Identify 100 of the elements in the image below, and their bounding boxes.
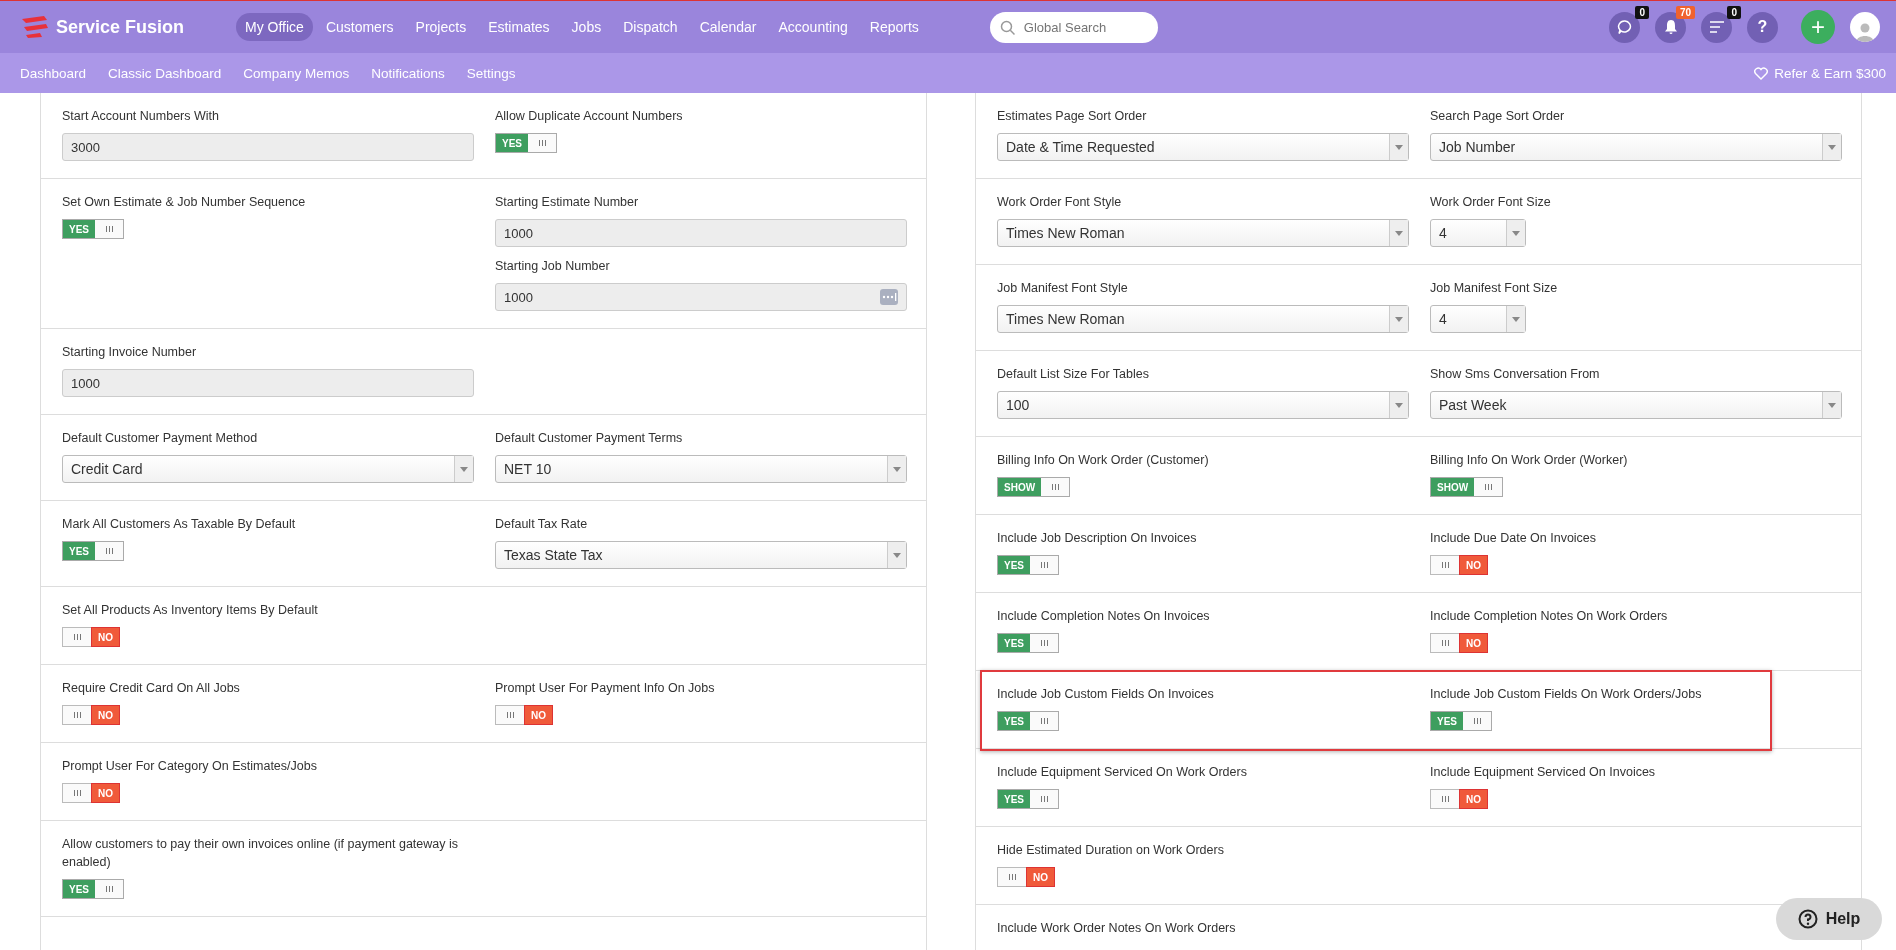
setting-label: Starting Estimate Number — [495, 194, 640, 211]
sub-nav-link[interactable]: Notifications — [371, 65, 445, 81]
toggle-switch[interactable]: YES — [1430, 711, 1492, 731]
question-icon — [1797, 909, 1818, 929]
setting-label: Include Completion Notes On Work Orders — [1430, 608, 1669, 625]
bell-icon — [1663, 19, 1678, 35]
dropdown[interactable]: 100 — [997, 391, 1409, 419]
caret-icon — [1828, 144, 1836, 150]
toggle-switch[interactable]: SHOW — [1430, 477, 1504, 497]
toggle-switch[interactable]: YES — [495, 133, 557, 153]
toggle-switch[interactable]: NO — [495, 705, 553, 725]
nav-tab[interactable]: My Office — [236, 13, 313, 41]
sub-nav-link[interactable]: Dashboard — [20, 65, 87, 81]
dropdown[interactable]: Times New Roman — [997, 305, 1409, 333]
setting-label: Include Equipment Serviced On Work Orders — [997, 764, 1248, 781]
setting-label: Prompt User For Category On Estimates/Jobs — [62, 758, 318, 775]
list-button[interactable] — [1701, 11, 1732, 43]
toggle-switch[interactable]: NO — [1430, 789, 1488, 809]
chat-bubble-icon — [1616, 19, 1633, 35]
caret-icon — [893, 466, 901, 472]
dropdown[interactable]: Past Week — [1430, 391, 1842, 419]
user-avatar[interactable] — [1850, 12, 1880, 42]
setting-label: Set Own Estimate & Job Number Sequence — [62, 194, 307, 211]
logo-text: Service Fusion — [56, 16, 185, 38]
sub-nav-link[interactable]: Settings — [466, 65, 516, 81]
caret-icon — [1395, 316, 1403, 322]
toggle-switch[interactable]: NO — [62, 783, 120, 803]
setting-label: Allow customers to pay their own invoices online (if payment gateway is enabled) — [62, 836, 459, 871]
toggle-switch[interactable]: YES — [997, 633, 1059, 653]
nav-tab[interactable]: Accounting — [769, 13, 857, 41]
list-icon — [1709, 21, 1724, 33]
setting-label: Billing Info On Work Order (Worker) — [1430, 452, 1629, 469]
heart-icon — [1754, 66, 1769, 80]
setting-label: Starting Invoice Number — [62, 344, 198, 361]
toggle-switch[interactable]: NO — [62, 627, 120, 647]
toggle-switch[interactable]: NO — [1430, 555, 1488, 575]
toggle-switch[interactable]: YES — [997, 789, 1059, 809]
nav-tab[interactable]: Customers — [316, 13, 403, 41]
help-button[interactable]: Help — [1776, 898, 1882, 940]
dropdown[interactable]: Times New Roman — [997, 219, 1409, 247]
setting-label: Allow Duplicate Account Numbers — [495, 108, 684, 125]
nav-tab[interactable]: Reports — [860, 13, 928, 41]
setting-label: Include Work Order Notes On Work Orders — [997, 920, 1237, 937]
count-badge: 0 — [1635, 5, 1649, 19]
dropdown[interactable]: NET 10 — [495, 455, 907, 483]
setting-label: Job Manifest Font Style — [997, 280, 1129, 297]
toggle-switch[interactable]: SHOW — [997, 477, 1071, 497]
setting-label: Work Order Font Style — [997, 194, 1123, 211]
setting-label: Prompt User For Payment Info On Jobs — [495, 680, 716, 697]
setting-label: Include Job Custom Fields On Invoices — [997, 686, 1215, 703]
dropdown[interactable]: Date & Time Requested — [997, 133, 1409, 161]
nav-tab[interactable]: Projects — [406, 13, 476, 41]
setting-label: Starting Job Number — [495, 258, 611, 275]
count-badge: 70 — [1675, 5, 1695, 19]
nav-tab[interactable]: Calendar — [690, 13, 766, 41]
dropdown[interactable]: Credit Card — [62, 455, 474, 483]
setting-label: Mark All Customers As Taxable By Default — [62, 516, 297, 533]
nav-tab[interactable]: Estimates — [479, 13, 559, 41]
caret-icon — [1512, 316, 1520, 322]
toggle-switch[interactable]: YES — [62, 541, 124, 561]
setting-label: Include Job Custom Fields On Work Orders/Jobs — [1430, 686, 1703, 703]
nav-tab[interactable]: Jobs — [562, 13, 611, 41]
setting-label: Include Due Date On Invoices — [1430, 530, 1598, 547]
dropdown[interactable]: 4 — [1430, 219, 1526, 247]
nav-tab[interactable]: Dispatch — [614, 13, 687, 41]
toggle-switch[interactable]: YES — [997, 711, 1059, 731]
add-button[interactable]: + — [1801, 10, 1835, 44]
sub-nav-link[interactable]: Company Memos — [243, 65, 350, 81]
toggle-switch[interactable]: YES — [62, 219, 124, 239]
refer-link[interactable]: Refer & Earn $300 — [1774, 65, 1886, 81]
toggle-switch[interactable]: NO — [62, 705, 120, 725]
caret-icon — [893, 552, 901, 558]
setting-label: Work Order Font Size — [1430, 194, 1552, 211]
caret-icon — [1395, 144, 1403, 150]
search-field[interactable]: Global Search — [989, 11, 1158, 43]
sub-nav-link[interactable]: Classic Dashboard — [108, 65, 222, 81]
dropdown[interactable]: Texas State Tax — [495, 541, 907, 569]
toggle-switch[interactable]: YES — [997, 555, 1059, 575]
caret-icon — [1512, 230, 1520, 236]
caret-icon — [1395, 402, 1403, 408]
setting-label: Default Tax Rate — [495, 516, 589, 533]
setting-label: Search Page Sort Order — [1430, 108, 1566, 125]
dropdown[interactable]: 4 — [1430, 305, 1526, 333]
toggle-switch[interactable]: NO — [1430, 633, 1488, 653]
caret-icon — [1828, 402, 1836, 408]
logo-icon — [20, 15, 50, 39]
setting-label: Default List Size For Tables — [997, 366, 1150, 383]
caret-icon — [460, 466, 468, 472]
dropdown[interactable]: Job Number — [1430, 133, 1842, 161]
setting-label: Set All Products As Inventory Items By Default — [62, 602, 319, 619]
toggle-switch[interactable]: YES — [62, 879, 124, 899]
setting-label: Default Customer Payment Method — [62, 430, 259, 447]
setting-label: Show Sms Conversation From — [1430, 366, 1601, 383]
help-button[interactable]: ? — [1747, 11, 1778, 43]
setting-label: Billing Info On Work Order (Customer) — [997, 452, 1210, 469]
setting-label: Default Customer Payment Terms — [495, 430, 684, 447]
chat-button[interactable] — [1609, 11, 1640, 43]
setting-label: Include Completion Notes On Invoices — [997, 608, 1211, 625]
toggle-switch[interactable]: NO — [997, 867, 1055, 887]
caret-icon — [1395, 230, 1403, 236]
